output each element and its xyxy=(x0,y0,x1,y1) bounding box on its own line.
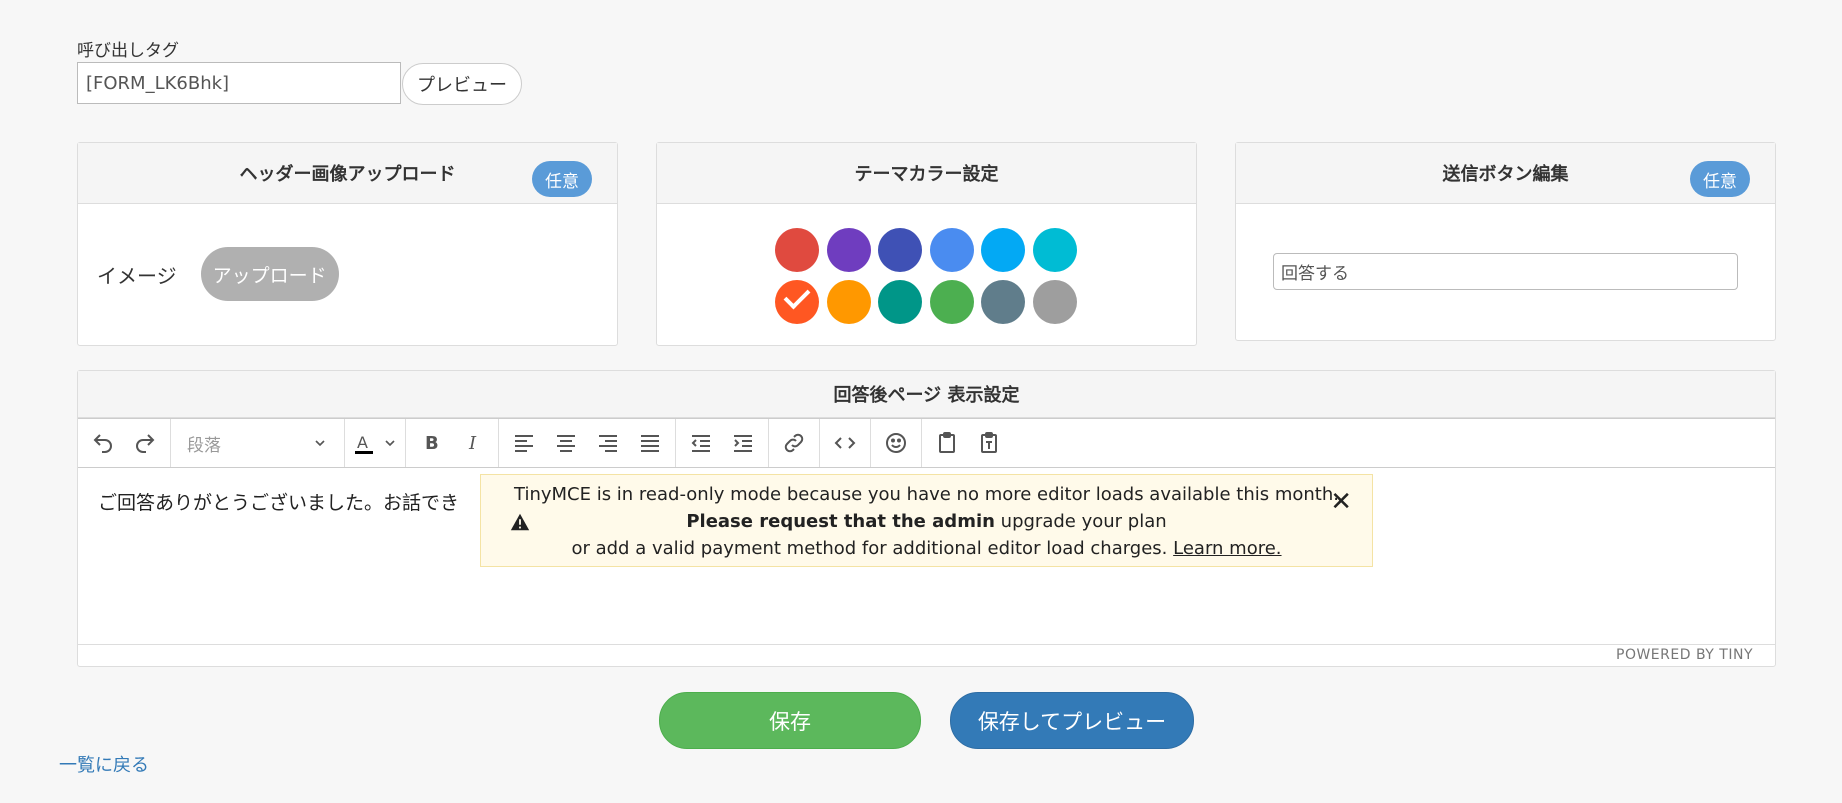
italic-icon[interactable]: I xyxy=(452,423,494,463)
readonly-notice: TinyMCE is in read-only mode because you… xyxy=(480,474,1373,567)
image-row: イメージ アップロード xyxy=(97,247,339,301)
color-swatch[interactable] xyxy=(981,228,1026,272)
after-page-panel-head: 回答後ページ 表示設定 xyxy=(78,371,1775,418)
align-center-icon[interactable] xyxy=(545,423,587,463)
color-swatch[interactable] xyxy=(929,280,974,324)
warning-icon xyxy=(510,513,530,531)
indent-icon[interactable] xyxy=(722,423,764,463)
notice-line-3-text: or add a valid payment method for additi… xyxy=(571,538,1168,559)
back-to-list-link[interactable]: 一覧に戻る xyxy=(59,751,149,777)
header-image-title: ヘッダー画像アップロード xyxy=(239,164,456,185)
block-format-value: 段落 xyxy=(187,435,221,456)
notice-line-2-rest: upgrade your plan xyxy=(994,511,1167,532)
tag-input[interactable] xyxy=(77,62,401,104)
powered-by: POWERED BY TINY xyxy=(78,644,1775,666)
emoji-icon[interactable] xyxy=(875,423,917,463)
color-swatch[interactable] xyxy=(878,228,923,272)
check-icon xyxy=(783,282,811,310)
color-swatch[interactable] xyxy=(878,280,923,324)
redo-icon[interactable] xyxy=(124,423,166,463)
svg-text:I: I xyxy=(468,433,477,454)
after-page-title: 回答後ページ 表示設定 xyxy=(833,385,1020,406)
color-swatch[interactable] xyxy=(775,228,819,272)
submit-button-panel-head: 送信ボタン編集 任意 xyxy=(1236,143,1775,204)
paste-icon[interactable] xyxy=(926,423,968,463)
editor-content[interactable]: ご回答ありがとうございました。お話でき xyxy=(98,488,459,515)
editor-toolbar: 段落 A B I xyxy=(78,418,1775,468)
theme-color-title: テーマカラー設定 xyxy=(854,164,999,185)
paste-text-icon[interactable] xyxy=(968,423,1010,463)
align-left-icon[interactable] xyxy=(503,423,545,463)
color-swatch[interactable] xyxy=(929,228,974,272)
color-swatch[interactable] xyxy=(826,228,871,272)
header-image-panel-head: ヘッダー画像アップロード 任意 xyxy=(78,143,617,204)
theme-color-panel: テーマカラー設定 xyxy=(656,142,1197,346)
editor-content-area[interactable]: ご回答ありがとうございました。お話でき TinyMCE is in read-o… xyxy=(78,468,1775,644)
header-image-panel: ヘッダー画像アップロード 任意 イメージ アップロード xyxy=(77,142,618,346)
submit-label-input[interactable] xyxy=(1273,253,1738,290)
close-icon[interactable]: ✕ xyxy=(1330,489,1352,516)
color-swatch[interactable] xyxy=(1032,228,1077,272)
svg-text:B: B xyxy=(425,433,439,454)
learn-more-link[interactable]: Learn more. xyxy=(1173,538,1281,559)
color-swatch[interactable] xyxy=(1032,280,1077,324)
notice-line-1: TinyMCE is in read-only mode because you… xyxy=(514,484,1339,505)
submit-button-panel: 送信ボタン編集 任意 xyxy=(1235,142,1776,341)
notice-line-3: or add a valid payment method for additi… xyxy=(481,535,1372,562)
text-color-icon[interactable]: A xyxy=(349,423,379,463)
upload-button[interactable]: アップロード xyxy=(200,247,339,301)
code-icon[interactable] xyxy=(824,423,866,463)
notice-bold: Please request that the admin xyxy=(686,511,995,532)
preview-button[interactable]: プレビュー xyxy=(402,63,522,105)
theme-color-panel-head: テーマカラー設定 xyxy=(657,143,1196,204)
block-format-select[interactable]: 段落 xyxy=(175,423,340,463)
undo-icon[interactable] xyxy=(82,423,124,463)
bold-icon[interactable]: B xyxy=(410,423,452,463)
optional-badge: 任意 xyxy=(1690,161,1750,197)
save-and-preview-button[interactable]: 保存してプレビュー xyxy=(950,692,1194,749)
outdent-icon[interactable] xyxy=(680,423,722,463)
color-swatches xyxy=(775,228,1077,324)
align-justify-icon[interactable] xyxy=(629,423,671,463)
chevron-down-icon xyxy=(315,440,325,447)
color-swatch[interactable] xyxy=(775,280,819,324)
optional-badge: 任意 xyxy=(532,161,592,197)
align-right-icon[interactable] xyxy=(587,423,629,463)
color-swatch[interactable] xyxy=(826,280,871,324)
link-icon[interactable] xyxy=(773,423,815,463)
chevron-down-icon[interactable] xyxy=(379,423,401,463)
color-swatch[interactable] xyxy=(981,280,1026,324)
notice-line-2: Please request that the admin upgrade yo… xyxy=(481,508,1372,535)
save-button[interactable]: 保存 xyxy=(659,692,921,749)
image-label: イメージ xyxy=(97,263,177,288)
svg-text:A: A xyxy=(357,433,368,452)
tag-label: 呼び出しタグ xyxy=(77,41,179,61)
after-page-panel: 回答後ページ 表示設定 段落 A B I ご回答ありがとうございました。お話でき… xyxy=(77,370,1776,667)
submit-button-title: 送信ボタン編集 xyxy=(1442,164,1569,185)
